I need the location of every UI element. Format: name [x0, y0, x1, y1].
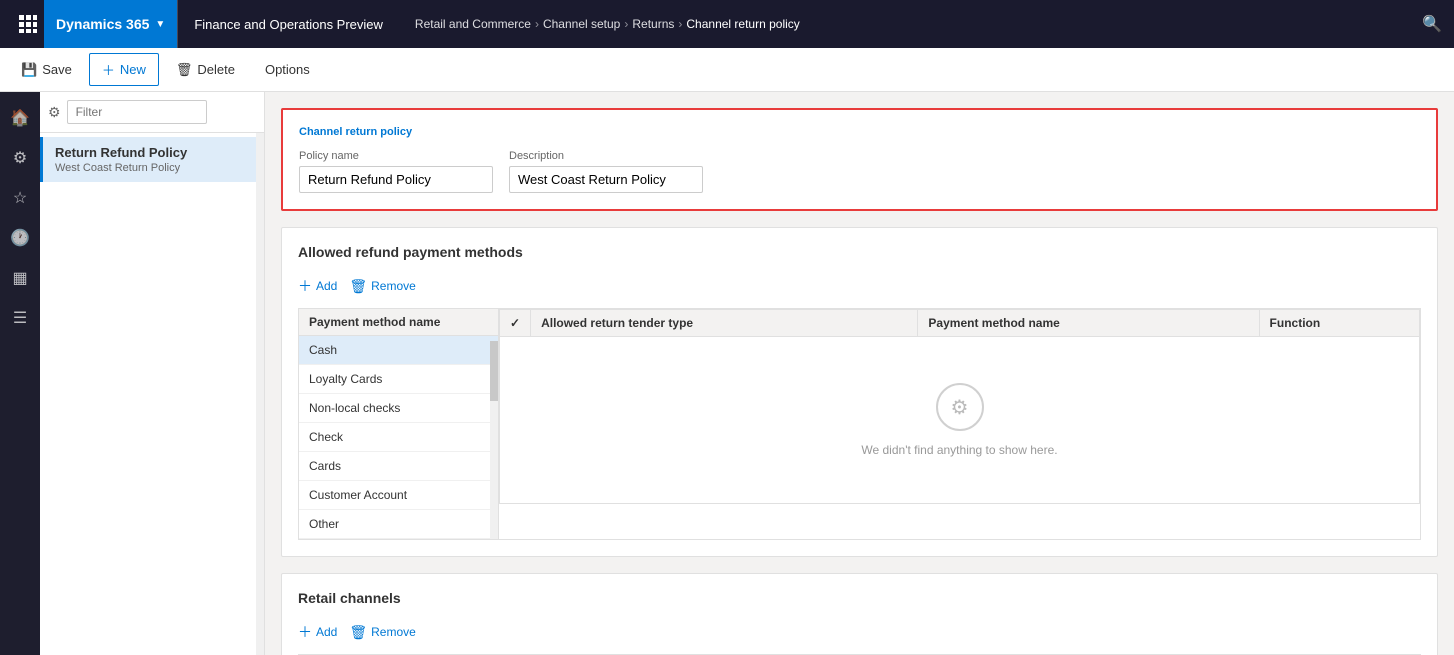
payment-item-other[interactable]: Other — [299, 510, 498, 539]
retail-channels-section: Retail channels ＋ Add 🗑 Remove ✓ Name Op… — [281, 573, 1438, 655]
section2-remove-button[interactable]: 🗑 Remove — [349, 620, 415, 645]
payment-item-loyalty[interactable]: Loyalty Cards — [299, 365, 498, 394]
list-item[interactable]: Return Refund Policy West Coast Return P… — [40, 137, 264, 182]
description-field: Description — [509, 150, 703, 193]
save-button[interactable]: 💾 Save — [8, 55, 85, 85]
top-navigation: Dynamics 365 ▼ Finance and Operations Pr… — [0, 0, 1454, 48]
add2-icon: ＋ — [298, 622, 312, 642]
col-allowed-return: Allowed return tender type — [531, 310, 918, 337]
form-card: Channel return policy Policy name Descri… — [281, 108, 1438, 211]
payment-item-customer[interactable]: Customer Account — [299, 481, 498, 510]
section2-add-button[interactable]: ＋ Add — [298, 618, 337, 646]
breadcrumb-item-3[interactable]: Returns — [632, 17, 674, 31]
global-search-icon[interactable]: 🔍 — [1422, 14, 1442, 34]
payment-item-nonlocal[interactable]: Non-local checks — [299, 394, 498, 423]
waffle-menu-icon[interactable] — [12, 8, 44, 40]
list-scrollbar[interactable] — [256, 133, 264, 655]
workspace-icon[interactable]: ▦ — [2, 260, 38, 296]
payment-methods-list: Payment method name Cash Loyalty Cards N… — [298, 308, 498, 540]
payment-item-check[interactable]: Check — [299, 423, 498, 452]
new-button[interactable]: ＋ New — [89, 53, 159, 86]
save-icon: 💾 — [21, 62, 37, 78]
remove-icon: 🗑 — [349, 278, 367, 295]
section1-title: Allowed refund payment methods — [298, 244, 1421, 260]
main-content-area: Channel return policy Policy name Descri… — [265, 92, 1454, 655]
col-function: Function — [1259, 310, 1419, 337]
section1-remove-button[interactable]: 🗑 Remove — [349, 274, 415, 299]
policy-name-input[interactable] — [299, 166, 493, 193]
breadcrumb: Retail and Commerce › Channel setup › Re… — [399, 17, 816, 31]
new-icon: ＋ — [102, 60, 115, 79]
allowed-refund-section: Allowed refund payment methods ＋ Add 🗑 R… — [281, 227, 1438, 557]
payment-list-scrollbar[interactable] — [490, 341, 498, 539]
app-name-label: Dynamics 365 — [56, 16, 149, 32]
main-layout: 🏠 ⚙ ☆ 🕐 ▦ ☰ ⚙ Return Refund Policy West … — [0, 92, 1454, 655]
favorites-icon[interactable]: ☆ — [2, 180, 38, 216]
checkbox-col-header: ✓ — [500, 310, 531, 337]
policy-name-field: Policy name — [299, 150, 493, 193]
filter-bar: ⚙ — [40, 92, 264, 133]
form-fields: Policy name Description — [299, 150, 1420, 193]
app-name[interactable]: Dynamics 365 ▼ — [44, 0, 177, 48]
section1-toolbar: ＋ Add 🗑 Remove — [298, 272, 1421, 300]
two-panel-layout: Payment method name Cash Loyalty Cards N… — [298, 308, 1421, 540]
payment-item-cards[interactable]: Cards — [299, 452, 498, 481]
add-icon: ＋ — [298, 276, 312, 296]
record-list: Return Refund Policy West Coast Return P… — [40, 133, 264, 655]
filter-input[interactable] — [67, 100, 207, 124]
options-button[interactable]: Options — [252, 55, 323, 84]
record-list-panel: ⚙ Return Refund Policy West Coast Return… — [40, 92, 265, 655]
breadcrumb-item-1[interactable]: Retail and Commerce — [415, 17, 531, 31]
description-input[interactable] — [509, 166, 703, 193]
filter-icon[interactable]: ⚙ — [2, 140, 38, 176]
section2-title: Retail channels — [298, 590, 1421, 606]
filter-toggle-icon[interactable]: ⚙ — [48, 104, 61, 121]
payment-item-cash[interactable]: Cash — [299, 336, 498, 365]
empty-state-right: ⚙ We didn't find anything to show here. — [510, 343, 1409, 497]
policy-name-label: Policy name — [299, 150, 493, 162]
home-icon[interactable]: 🏠 — [2, 100, 38, 136]
description-label: Description — [509, 150, 703, 162]
section2-toolbar: ＋ Add 🗑 Remove — [298, 618, 1421, 646]
recent-icon[interactable]: 🕐 — [2, 220, 38, 256]
action-toolbar: 💾 Save ＋ New 🗑 Delete Options — [0, 48, 1454, 92]
breadcrumb-item-2[interactable]: Channel setup — [543, 17, 620, 31]
side-icon-bar: 🏠 ⚙ ☆ 🕐 ▦ ☰ — [0, 92, 40, 655]
empty-state-icon: ⚙ — [936, 383, 984, 431]
payment-list-header: Payment method name — [299, 309, 498, 336]
remove2-icon: 🗑 — [349, 624, 367, 641]
delete-icon: 🗑 — [176, 62, 193, 78]
card-label: Channel return policy — [299, 126, 1420, 138]
app-name-chevron-icon: ▼ — [155, 19, 165, 30]
section1-add-button[interactable]: ＋ Add — [298, 272, 337, 300]
delete-button[interactable]: 🗑 Delete — [163, 55, 248, 85]
scrollbar-thumb — [490, 341, 498, 401]
return-tender-table: ✓ Allowed return tender type Payment met… — [499, 309, 1420, 504]
list-icon[interactable]: ☰ — [2, 300, 38, 336]
module-name: Finance and Operations Preview — [177, 0, 399, 48]
col-payment-method: Payment method name — [918, 310, 1259, 337]
right-table-section: ✓ Allowed return tender type Payment met… — [498, 308, 1421, 540]
breadcrumb-item-4: Channel return policy — [686, 17, 799, 31]
